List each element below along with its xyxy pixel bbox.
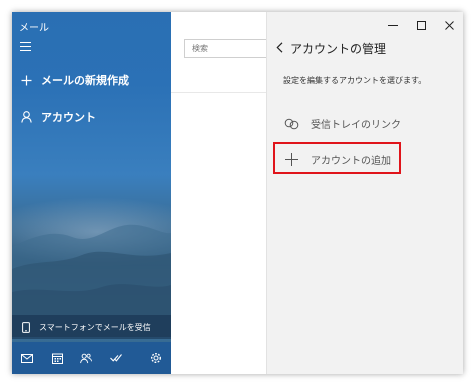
flyout-instruction: 設定を編集するアカウントを選びます。 bbox=[283, 76, 427, 85]
list-divider bbox=[171, 92, 266, 93]
manage-accounts-flyout: アカウントの管理 設定を編集するアカウントを選びます。 受信トレイのリンク アカ… bbox=[266, 12, 463, 374]
bottom-app-bar bbox=[12, 342, 171, 374]
link-icon bbox=[283, 117, 299, 131]
flyout-title: アカウントの管理 bbox=[290, 42, 387, 56]
link-inboxes-button[interactable]: 受信トレイのリンク bbox=[283, 116, 401, 131]
mail-icon[interactable] bbox=[21, 352, 33, 364]
plus-icon bbox=[283, 153, 299, 167]
close-button[interactable] bbox=[435, 12, 463, 38]
mail-window: メール メールの新規作成 アカウント スマートフォンでメールを受信 検索 アカウ… bbox=[12, 12, 463, 374]
people-icon[interactable] bbox=[80, 352, 92, 364]
phone-icon bbox=[22, 321, 31, 333]
minimize-button[interactable] bbox=[379, 12, 407, 38]
search-input[interactable] bbox=[184, 39, 269, 58]
accounts-button[interactable]: アカウント bbox=[20, 109, 96, 125]
calendar-icon[interactable] bbox=[51, 352, 63, 364]
maximize-button[interactable] bbox=[407, 12, 435, 38]
plus-icon bbox=[20, 74, 32, 86]
person-icon bbox=[20, 111, 32, 123]
todo-check-icon[interactable] bbox=[110, 352, 122, 364]
message-list-pane bbox=[171, 12, 269, 374]
add-account-label: アカウントの追加 bbox=[311, 156, 391, 167]
new-mail-label: メールの新規作成 bbox=[41, 74, 129, 87]
window-controls bbox=[379, 12, 463, 38]
chevron-left-icon[interactable] bbox=[276, 42, 283, 56]
link-inboxes-label: 受信トレイのリンク bbox=[311, 120, 401, 131]
phone-banner-label: スマートフォンでメールを受信 bbox=[39, 322, 151, 332]
get-mail-on-phone-button[interactable]: スマートフォンでメールを受信 bbox=[12, 315, 171, 339]
add-account-button[interactable]: アカウントの追加 bbox=[283, 152, 391, 167]
accounts-label: アカウント bbox=[41, 111, 96, 124]
hamburger-icon[interactable] bbox=[20, 42, 31, 51]
gear-icon[interactable] bbox=[150, 352, 162, 364]
app-title: メール bbox=[19, 23, 49, 34]
navigation-pane: メール メールの新規作成 アカウント スマートフォンでメールを受信 bbox=[12, 12, 171, 374]
new-mail-button[interactable]: メールの新規作成 bbox=[20, 72, 129, 88]
